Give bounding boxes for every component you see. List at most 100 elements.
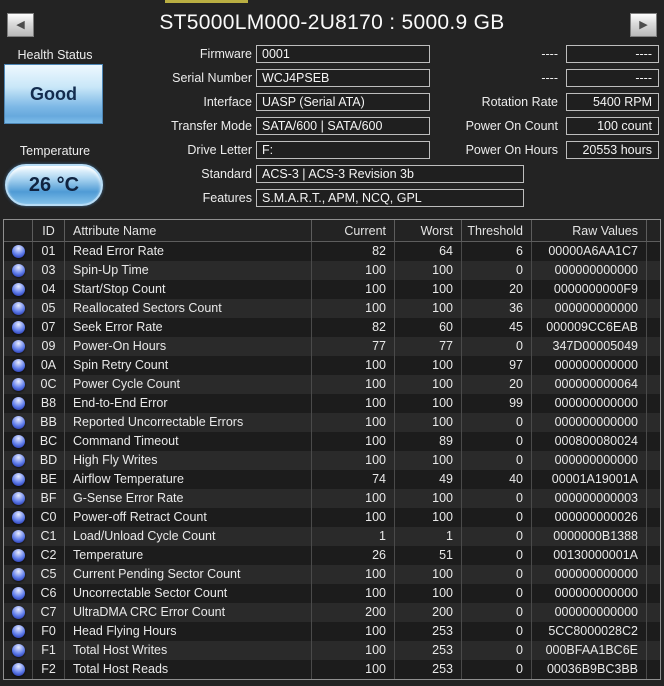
cell-name: Temperature <box>64 546 311 565</box>
blue-sphere-status-icon <box>12 340 25 353</box>
blue-sphere-status-icon <box>12 625 25 638</box>
cell-filler <box>646 451 660 470</box>
cell-worst: 253 <box>394 622 461 641</box>
status-cell <box>4 641 32 660</box>
cell-id: 04 <box>32 280 64 299</box>
table-row[interactable]: BF G-Sense Error Rate 100 100 0 00000000… <box>4 489 660 508</box>
table-row[interactable]: F1 Total Host Writes 100 253 0 000BFAA1B… <box>4 641 660 660</box>
cell-worst: 100 <box>394 413 461 432</box>
info-field-row: ---- ---- <box>0 69 664 87</box>
table-row[interactable]: 04 Start/Stop Count 100 100 20 000000000… <box>4 280 660 299</box>
next-drive-button[interactable]: ▶ <box>630 13 657 37</box>
previous-drive-button[interactable]: ◀ <box>7 13 34 37</box>
table-row[interactable]: C2 Temperature 26 51 0 00130000001A <box>4 546 660 565</box>
status-cell <box>4 356 32 375</box>
table-header: ID Attribute Name Current Worst Threshol… <box>4 220 660 242</box>
blue-sphere-status-icon <box>12 302 25 315</box>
info-field-value: 20553 hours <box>566 141 659 159</box>
cell-raw: 5CC8000028C2 <box>531 622 646 641</box>
cell-current: 100 <box>311 261 394 280</box>
table-row[interactable]: BB Reported Uncorrectable Errors 100 100… <box>4 413 660 432</box>
table-row[interactable]: 05 Reallocated Sectors Count 100 100 36 … <box>4 299 660 318</box>
info-field-value: ---- <box>566 69 659 87</box>
cell-current: 26 <box>311 546 394 565</box>
blue-sphere-status-icon <box>12 568 25 581</box>
cell-raw: 000009CC6EAB <box>531 318 646 337</box>
header-id: ID <box>32 220 64 241</box>
cell-worst: 100 <box>394 280 461 299</box>
status-cell <box>4 318 32 337</box>
status-cell <box>4 470 32 489</box>
status-cell <box>4 451 32 470</box>
info-field-label: Power On Hours <box>436 141 558 159</box>
cell-threshold: 0 <box>461 565 531 584</box>
status-cell <box>4 394 32 413</box>
blue-sphere-status-icon <box>12 397 25 410</box>
cell-filler <box>646 489 660 508</box>
left-arrow-icon: ◀ <box>16 20 24 31</box>
cell-threshold: 0 <box>461 413 531 432</box>
cell-threshold: 97 <box>461 356 531 375</box>
cell-raw: 00130000001A <box>531 546 646 565</box>
table-row[interactable]: 0A Spin Retry Count 100 100 97 000000000… <box>4 356 660 375</box>
blue-sphere-status-icon <box>12 587 25 600</box>
cell-threshold: 0 <box>461 546 531 565</box>
cell-filler <box>646 413 660 432</box>
cell-id: B8 <box>32 394 64 413</box>
status-cell <box>4 432 32 451</box>
table-row[interactable]: C0 Power-off Retract Count 100 100 0 000… <box>4 508 660 527</box>
table-row[interactable]: 01 Read Error Rate 82 64 6 00000A6AA1C7 <box>4 242 660 261</box>
table-row[interactable]: F0 Head Flying Hours 100 253 0 5CC800002… <box>4 622 660 641</box>
status-cell <box>4 603 32 622</box>
table-row[interactable]: F2 Total Host Reads 100 253 0 00036B9BC3… <box>4 660 660 679</box>
cell-raw: 000000000003 <box>531 489 646 508</box>
cell-threshold: 0 <box>461 603 531 622</box>
cell-raw: 000000000000 <box>531 413 646 432</box>
cell-raw: 347D00005049 <box>531 337 646 356</box>
cell-threshold: 0 <box>461 527 531 546</box>
cell-id: 09 <box>32 337 64 356</box>
table-row[interactable]: 0C Power Cycle Count 100 100 20 00000000… <box>4 375 660 394</box>
table-row[interactable]: 09 Power-On Hours 77 77 0 347D00005049 <box>4 337 660 356</box>
cell-threshold: 0 <box>461 508 531 527</box>
cell-filler <box>646 660 660 679</box>
cell-current: 74 <box>311 470 394 489</box>
cell-id: 03 <box>32 261 64 280</box>
table-row[interactable]: 03 Spin-Up Time 100 100 0 000000000000 <box>4 261 660 280</box>
cell-raw: 000000000000 <box>531 261 646 280</box>
table-row[interactable]: BE Airflow Temperature 74 49 40 00001A19… <box>4 470 660 489</box>
table-row[interactable]: C1 Load/Unload Cycle Count 1 1 0 0000000… <box>4 527 660 546</box>
table-row[interactable]: 07 Seek Error Rate 82 60 45 000009CC6EAB <box>4 318 660 337</box>
table-row[interactable]: C5 Current Pending Sector Count 100 100 … <box>4 565 660 584</box>
blue-sphere-status-icon <box>12 606 25 619</box>
cell-filler <box>646 375 660 394</box>
cell-worst: 100 <box>394 394 461 413</box>
cell-threshold: 36 <box>461 299 531 318</box>
cell-filler <box>646 261 660 280</box>
cell-raw: 000000000000 <box>531 584 646 603</box>
cell-filler <box>646 641 660 660</box>
cell-raw: 0000000000F9 <box>531 280 646 299</box>
status-cell <box>4 584 32 603</box>
cell-raw: 000000000000 <box>531 565 646 584</box>
cell-threshold: 0 <box>461 432 531 451</box>
cell-filler <box>646 527 660 546</box>
table-row[interactable]: C6 Uncorrectable Sector Count 100 100 0 … <box>4 584 660 603</box>
status-cell <box>4 299 32 318</box>
cell-raw: 000000000000 <box>531 356 646 375</box>
table-row[interactable]: B8 End-to-End Error 100 100 99 000000000… <box>4 394 660 413</box>
table-row[interactable]: BC Command Timeout 100 89 0 000800080024 <box>4 432 660 451</box>
cell-filler <box>646 318 660 337</box>
blue-sphere-status-icon <box>12 321 25 334</box>
cell-raw: 0000000B1388 <box>531 527 646 546</box>
table-row[interactable]: BD High Fly Writes 100 100 0 00000000000… <box>4 451 660 470</box>
blue-sphere-status-icon <box>12 454 25 467</box>
cell-name: Current Pending Sector Count <box>64 565 311 584</box>
cell-worst: 100 <box>394 565 461 584</box>
status-cell <box>4 546 32 565</box>
cell-threshold: 0 <box>461 489 531 508</box>
cell-current: 100 <box>311 432 394 451</box>
table-row[interactable]: C7 UltraDMA CRC Error Count 200 200 0 00… <box>4 603 660 622</box>
cell-name: Uncorrectable Sector Count <box>64 584 311 603</box>
cell-id: C1 <box>32 527 64 546</box>
